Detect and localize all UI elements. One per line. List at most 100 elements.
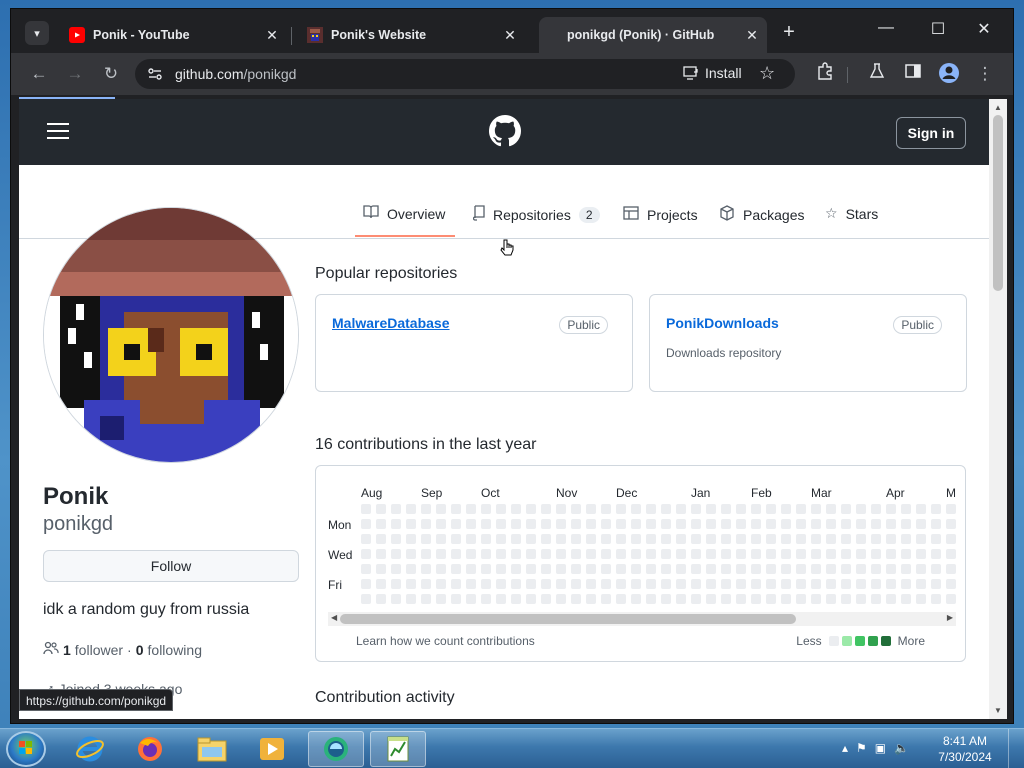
contribution-day-cell[interactable] [616,564,626,574]
contribution-day-cell[interactable] [571,549,581,559]
contribution-day-cell[interactable] [676,549,686,559]
contribution-day-cell[interactable] [736,534,746,544]
profile-avatar-icon[interactable] [937,62,961,86]
contribution-day-cell[interactable] [706,594,716,604]
contribution-day-cell[interactable] [631,579,641,589]
contribution-day-cell[interactable] [691,534,701,544]
contribution-day-cell[interactable] [766,564,776,574]
file-explorer-icon[interactable] [184,731,240,767]
contribution-day-cell[interactable] [721,564,731,574]
side-panel-icon[interactable] [901,62,925,86]
contribution-day-cell[interactable] [901,534,911,544]
contribution-day-cell[interactable] [601,519,611,529]
contribution-day-cell[interactable] [946,594,956,604]
network-icon[interactable]: ▣ [875,741,886,755]
contribution-day-cell[interactable] [361,579,371,589]
contribution-day-cell[interactable] [631,534,641,544]
contribution-day-cell[interactable] [616,519,626,529]
contribution-day-cell[interactable] [826,549,836,559]
contribution-day-cell[interactable] [856,549,866,559]
contribution-day-cell[interactable] [616,594,626,604]
contribution-day-cell[interactable] [391,534,401,544]
contribution-day-cell[interactable] [916,564,926,574]
contribution-day-cell[interactable] [721,549,731,559]
calendar-scrollbar[interactable]: ◀ ▶ [328,612,956,626]
action-center-flag-icon[interactable]: ⚑ [856,741,867,755]
contribution-day-cell[interactable] [541,579,551,589]
contribution-day-cell[interactable] [631,549,641,559]
contribution-day-cell[interactable] [496,594,506,604]
contribution-day-cell[interactable] [526,534,536,544]
contribution-day-cell[interactable] [706,549,716,559]
contribution-day-cell[interactable] [406,594,416,604]
contribution-day-cell[interactable] [946,504,956,514]
contribution-day-cell[interactable] [526,579,536,589]
contribution-day-cell[interactable] [916,549,926,559]
contribution-day-cell[interactable] [361,549,371,559]
contribution-day-cell[interactable] [451,579,461,589]
contribution-day-cell[interactable] [361,564,371,574]
contribution-day-cell[interactable] [556,579,566,589]
contribution-day-cell[interactable] [691,504,701,514]
contribution-day-cell[interactable] [391,549,401,559]
contribution-day-cell[interactable] [781,549,791,559]
contribution-day-cell[interactable] [451,519,461,529]
contribution-day-cell[interactable] [376,564,386,574]
contribution-day-cell[interactable] [826,504,836,514]
contribution-day-cell[interactable] [796,594,806,604]
contribution-day-cell[interactable] [781,519,791,529]
contribution-day-cell[interactable] [886,579,896,589]
contribution-day-cell[interactable] [751,579,761,589]
contribution-day-cell[interactable] [946,564,956,574]
contribution-day-cell[interactable] [421,549,431,559]
contribution-day-cell[interactable] [541,549,551,559]
scroll-thumb[interactable] [340,614,796,624]
contribution-day-cell[interactable] [376,534,386,544]
contribution-day-cell[interactable] [781,504,791,514]
sign-in-button[interactable]: Sign in [896,117,966,149]
contribution-day-cell[interactable] [586,579,596,589]
contribution-day-cell[interactable] [631,564,641,574]
contribution-day-cell[interactable] [646,519,656,529]
tab-projects[interactable]: Projects [623,205,698,224]
contribution-day-cell[interactable] [466,594,476,604]
contribution-day-cell[interactable] [601,534,611,544]
contribution-day-cell[interactable] [691,579,701,589]
contribution-day-cell[interactable] [436,549,446,559]
contribution-day-cell[interactable] [496,504,506,514]
contribution-day-cell[interactable] [571,594,581,604]
contribution-day-cell[interactable] [526,549,536,559]
contribution-day-cell[interactable] [676,504,686,514]
contribution-day-cell[interactable] [736,564,746,574]
contribution-day-cell[interactable] [691,549,701,559]
contribution-day-cell[interactable] [721,534,731,544]
avatar[interactable] [43,207,299,463]
contribution-day-cell[interactable] [436,579,446,589]
contribution-day-cell[interactable] [406,534,416,544]
contribution-day-cell[interactable] [616,579,626,589]
contribution-day-cell[interactable] [856,594,866,604]
contribution-day-cell[interactable] [946,519,956,529]
contribution-day-cell[interactable] [571,564,581,574]
contribution-day-cell[interactable] [871,519,881,529]
contribution-day-cell[interactable] [361,594,371,604]
repo-link[interactable]: MalwareDatabase [332,315,450,331]
contribution-day-cell[interactable] [931,594,941,604]
contribution-day-cell[interactable] [721,579,731,589]
contribution-day-cell[interactable] [736,519,746,529]
contribution-day-cell[interactable] [886,594,896,604]
contribution-day-cell[interactable] [481,504,491,514]
contribution-day-cell[interactable] [481,534,491,544]
contribution-day-cell[interactable] [901,564,911,574]
contribution-day-cell[interactable] [436,504,446,514]
contribution-day-cell[interactable] [841,594,851,604]
contribution-day-cell[interactable] [901,594,911,604]
contribution-day-cell[interactable] [826,519,836,529]
contribution-day-cell[interactable] [841,519,851,529]
contribution-day-cell[interactable] [661,564,671,574]
contribution-day-cell[interactable] [571,519,581,529]
show-desktop-button[interactable] [1008,729,1024,768]
contribution-day-cell[interactable] [871,504,881,514]
contribution-day-cell[interactable] [631,519,641,529]
contribution-day-cell[interactable] [751,549,761,559]
